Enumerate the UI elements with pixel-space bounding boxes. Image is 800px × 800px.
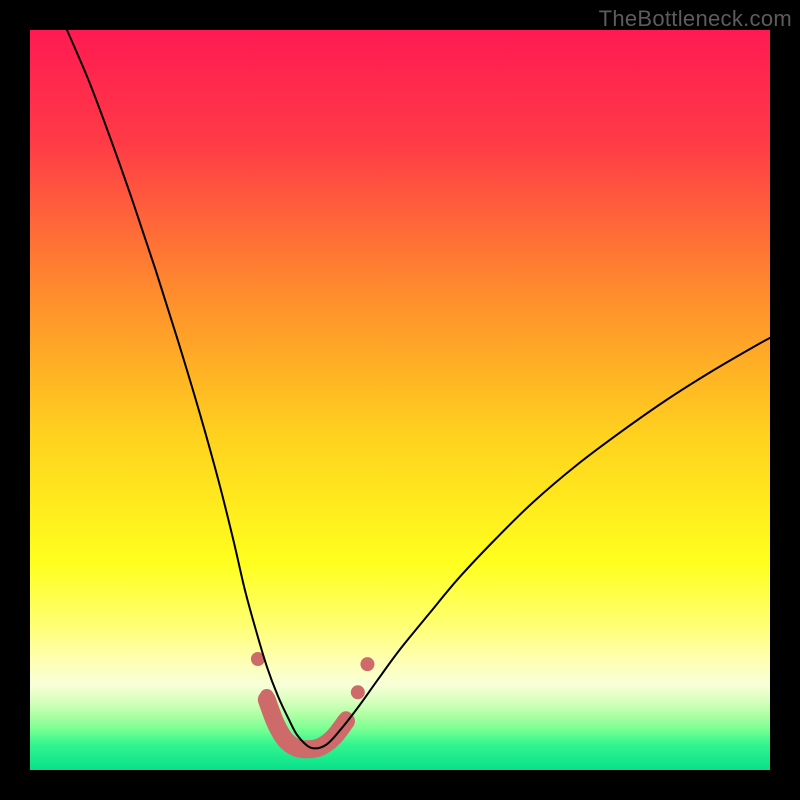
watermark-text: TheBottleneck.com (599, 6, 792, 32)
chart-frame (30, 30, 770, 770)
gradient-bg (30, 30, 770, 770)
bottleneck-chart (30, 30, 770, 770)
